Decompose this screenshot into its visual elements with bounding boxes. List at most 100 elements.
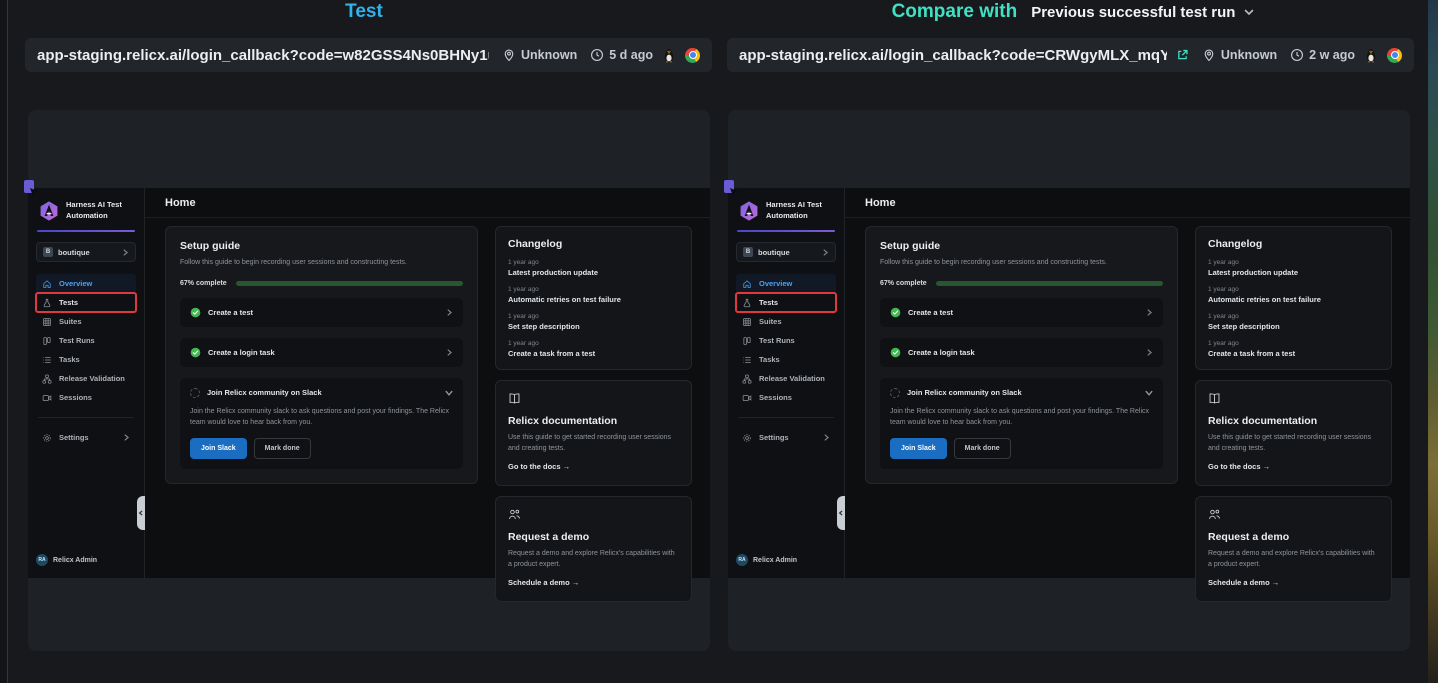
user-menu[interactable]: RA Relicx Admin bbox=[736, 554, 797, 566]
sidebar-nav: Overview Tests Suites Test Runs Tasks bbox=[736, 274, 836, 407]
sidebar-item-suites[interactable]: Suites bbox=[36, 312, 136, 331]
join-slack-buttons: Join Slack Mark done bbox=[890, 438, 1153, 459]
setup-task-create-test[interactable]: Create a test bbox=[880, 298, 1163, 327]
progress-bar bbox=[936, 281, 1163, 286]
request-demo-description: Request a demo and explore Relicx's capa… bbox=[1208, 549, 1379, 570]
sidebar-collapse-handle[interactable] bbox=[137, 496, 145, 530]
documentation-title: Relicx documentation bbox=[508, 415, 679, 427]
compare-run-selector[interactable]: Previous successful test run bbox=[1031, 4, 1255, 21]
sidebar-item-settings[interactable]: Settings bbox=[36, 428, 136, 447]
sidebar-item-overview[interactable]: Overview bbox=[36, 274, 136, 293]
left-gutter bbox=[0, 0, 8, 683]
harness-logo-icon bbox=[738, 200, 760, 222]
project-name: boutique bbox=[58, 248, 117, 257]
check-circle-icon bbox=[890, 347, 901, 358]
clock-icon bbox=[590, 48, 604, 62]
grid-icon bbox=[42, 317, 52, 327]
external-link-icon[interactable] bbox=[1176, 48, 1189, 62]
page-body: Setup guide Follow this guide to begin r… bbox=[145, 218, 710, 602]
right-column: Changelog 1 year ago Latest production u… bbox=[1195, 226, 1392, 602]
chevron-down-icon bbox=[1145, 389, 1153, 397]
sidebar-item-test-runs[interactable]: Test Runs bbox=[736, 331, 836, 350]
left-header: Test bbox=[9, 1, 719, 23]
join-slack-button[interactable]: Join Slack bbox=[890, 438, 947, 459]
sidebar-divider bbox=[738, 417, 834, 418]
sidebar-item-test-runs[interactable]: Test Runs bbox=[36, 331, 136, 350]
grid-icon bbox=[742, 317, 752, 327]
join-slack-header[interactable]: Join Relicx community on Slack bbox=[890, 388, 1153, 398]
changelog-entry: 1 year ago Set step description bbox=[508, 313, 679, 331]
page-title: Home bbox=[865, 197, 896, 209]
mark-done-button[interactable]: Mark done bbox=[954, 438, 1011, 459]
page-header: Home bbox=[845, 188, 1410, 218]
columns-icon bbox=[42, 336, 52, 346]
list-icon bbox=[742, 355, 752, 365]
left-location-label: Unknown bbox=[521, 48, 577, 62]
sidebar-item-release-validation[interactable]: Release Validation bbox=[36, 369, 136, 388]
project-selector[interactable]: B boutique bbox=[736, 242, 836, 262]
sidebar-item-suites[interactable]: Suites bbox=[736, 312, 836, 331]
join-slack-description: Join the Relicx community slack to ask q… bbox=[190, 406, 453, 428]
right-age-label: 2 w ago bbox=[1309, 48, 1355, 62]
clock-icon bbox=[1290, 48, 1304, 62]
left-screenshot-panel: Harness AI Test Automation B boutique Ov… bbox=[28, 110, 710, 651]
setup-guide-title: Setup guide bbox=[880, 240, 1163, 252]
sidebar-item-tests[interactable]: Tests bbox=[36, 293, 136, 312]
chevron-right-icon bbox=[1146, 349, 1153, 356]
sidebar-item-settings[interactable]: Settings bbox=[736, 428, 836, 447]
right-header: Compare with Previous successful test ru… bbox=[719, 1, 1428, 23]
cursor-marker bbox=[24, 180, 34, 193]
users-icon bbox=[1208, 508, 1221, 521]
page-header: Home bbox=[145, 188, 710, 218]
setup-guide-subtitle: Follow this guide to begin recording use… bbox=[180, 258, 463, 269]
documentation-title: Relicx documentation bbox=[1208, 415, 1379, 427]
harness-app: Harness AI Test Automation B boutique Ov… bbox=[728, 188, 1410, 578]
project-selector[interactable]: B boutique bbox=[36, 242, 136, 262]
go-to-docs-link[interactable]: Go to the docs → bbox=[1208, 462, 1270, 471]
sidebar-item-sessions[interactable]: Sessions bbox=[736, 388, 836, 407]
sidebar-collapse-handle[interactable] bbox=[837, 496, 845, 530]
compare-run-selector-label: Previous successful test run bbox=[1031, 4, 1235, 21]
schedule-demo-link[interactable]: Schedule a demo → bbox=[1208, 578, 1279, 587]
setup-guide-card: Setup guide Follow this guide to begin r… bbox=[865, 226, 1178, 484]
setup-task-create-login-task[interactable]: Create a login task bbox=[880, 338, 1163, 367]
check-circle-icon bbox=[890, 307, 901, 318]
gear-icon bbox=[742, 433, 752, 443]
left-app-screenshot: Harness AI Test Automation B boutique Ov… bbox=[28, 188, 710, 578]
changelog-card: Changelog 1 year ago Latest production u… bbox=[495, 226, 692, 370]
documentation-description: Use this guide to get started recording … bbox=[1208, 433, 1379, 454]
setup-guide-subtitle: Follow this guide to begin recording use… bbox=[880, 258, 1163, 269]
sidebar-item-sessions[interactable]: Sessions bbox=[36, 388, 136, 407]
check-circle-icon bbox=[190, 347, 201, 358]
sidebar-item-tasks[interactable]: Tasks bbox=[736, 350, 836, 369]
sidebar-item-release-validation[interactable]: Release Validation bbox=[736, 369, 836, 388]
chevron-right-icon bbox=[122, 249, 129, 256]
go-to-docs-link[interactable]: Go to the docs → bbox=[508, 462, 570, 471]
chevron-down-icon bbox=[1243, 6, 1255, 18]
pending-circle-icon bbox=[190, 388, 200, 398]
join-slack-button[interactable]: Join Slack bbox=[190, 438, 247, 459]
documentation-description: Use this guide to get started recording … bbox=[508, 433, 679, 454]
chrome-icon bbox=[685, 48, 700, 63]
check-circle-icon bbox=[190, 307, 201, 318]
setup-task-create-login-task[interactable]: Create a login task bbox=[180, 338, 463, 367]
right-location-label: Unknown bbox=[1221, 48, 1277, 62]
flask-icon bbox=[42, 298, 52, 308]
sidebar-item-tasks[interactable]: Tasks bbox=[36, 350, 136, 369]
sidebar-item-tests[interactable]: Tests bbox=[736, 293, 836, 312]
setup-task-create-test[interactable]: Create a test bbox=[180, 298, 463, 327]
progress-row: 67% complete bbox=[180, 280, 463, 287]
brand: Harness AI Test Automation bbox=[736, 198, 836, 230]
join-slack-header[interactable]: Join Relicx community on Slack bbox=[190, 388, 453, 398]
home-icon bbox=[42, 279, 52, 289]
schedule-demo-link[interactable]: Schedule a demo → bbox=[508, 578, 579, 587]
user-menu[interactable]: RA Relicx Admin bbox=[36, 554, 97, 566]
pending-circle-icon bbox=[890, 388, 900, 398]
brand-divider bbox=[737, 230, 835, 232]
chevron-right-icon bbox=[446, 349, 453, 356]
mark-done-button[interactable]: Mark done bbox=[254, 438, 311, 459]
avatar: RA bbox=[36, 554, 48, 566]
right-screenshot-panel: Harness AI Test Automation B boutique Ov… bbox=[728, 110, 1410, 651]
sidebar-item-overview[interactable]: Overview bbox=[736, 274, 836, 293]
request-demo-card: Request a demo Request a demo and explor… bbox=[495, 496, 692, 602]
